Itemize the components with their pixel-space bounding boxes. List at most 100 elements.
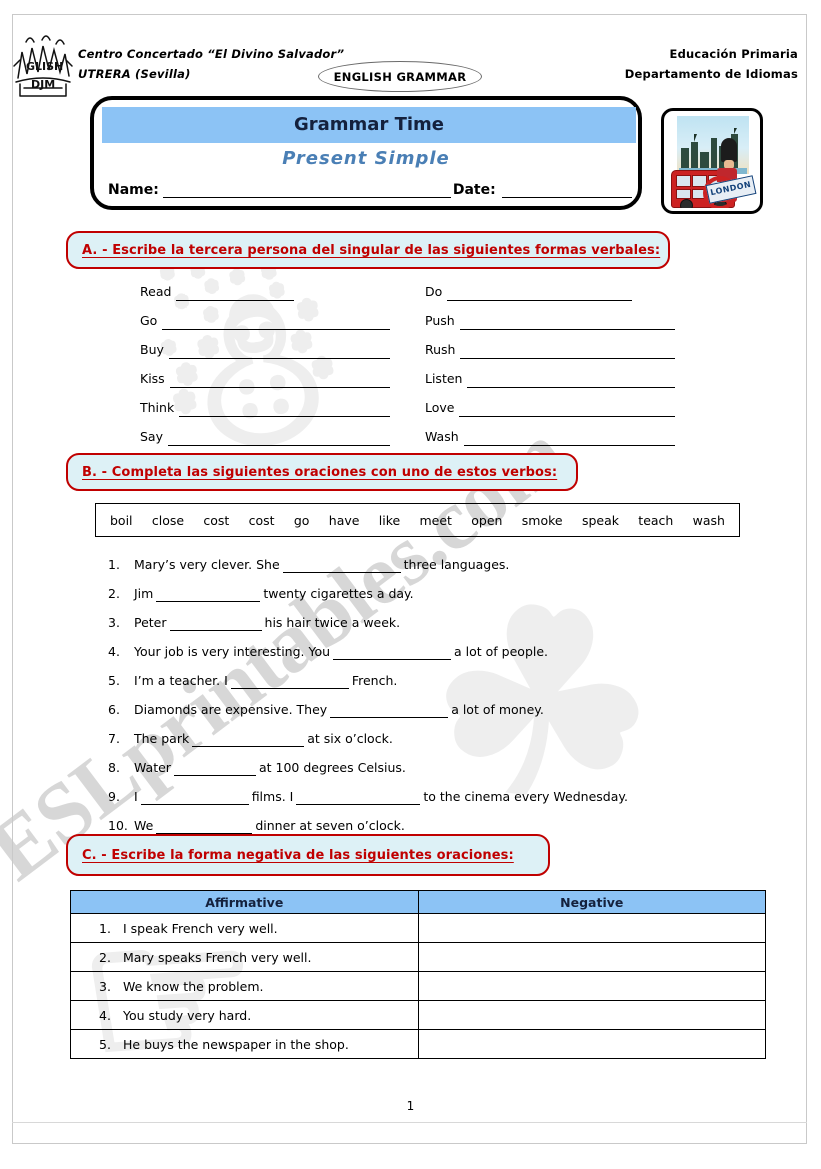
date-input[interactable] (501, 183, 632, 198)
verb-column-left: Read Go Buy Kiss Think Say (140, 272, 390, 446)
sentence-number: 8. (108, 760, 120, 775)
table-header-row: Affirmative Negative (70, 890, 767, 914)
table-row: 2. Mary speaks French very well. (70, 942, 767, 972)
word-bank-item: have (328, 512, 360, 528)
sentence-number: 3. (108, 615, 120, 630)
verb-label: Kiss (140, 371, 165, 386)
verb-row: Buy (140, 330, 390, 359)
word-bank-item: speak (581, 512, 619, 528)
verb-row: Read (140, 272, 390, 301)
svg-text:GLISH: GLISH (26, 60, 63, 73)
verb-answer-blank[interactable] (463, 432, 675, 446)
london-picture-inner: LONDON (669, 116, 757, 208)
sentence-text: his hair twice a week. (264, 615, 401, 630)
sentence-number: 2. (108, 586, 120, 601)
negative-answer-cell[interactable] (417, 1029, 767, 1059)
verb-answer-blank[interactable] (168, 432, 390, 446)
verb-answer-blank[interactable] (459, 316, 675, 330)
row-number: 5. (99, 1036, 111, 1052)
verb-answer-blank[interactable] (447, 287, 633, 301)
verb-label: Listen (425, 371, 463, 386)
verb-label: Wash (425, 429, 459, 444)
verb-answer-blank[interactable] (460, 345, 675, 359)
verb-answer-blank[interactable] (176, 287, 295, 301)
sentence-answer-blank[interactable] (156, 820, 253, 834)
negative-answer-cell[interactable] (417, 971, 767, 1001)
word-bank-item: meet (419, 512, 452, 528)
verb-column-right: Do Push Rush Listen Love Wash (425, 272, 675, 446)
verb-label: Think (140, 400, 175, 415)
verb-row: Push (425, 301, 675, 330)
sentence-text: I (134, 789, 138, 804)
sentence-number: 1. (108, 557, 120, 572)
sentence-number: 6. (108, 702, 120, 717)
negative-answer-cell[interactable] (417, 1000, 767, 1030)
sentence-text: dinner at seven o’clock. (255, 818, 405, 833)
sentence-text: French. (351, 673, 398, 688)
verb-answer-blank[interactable] (179, 403, 390, 417)
sentence-text: Water (134, 760, 171, 775)
sentence-row: 4. Your job is very interesting. You a lot… (108, 631, 788, 660)
sentence-text: twenty cigarettes a day. (263, 586, 414, 601)
affirmative-sentence: He buys the newspaper in the shop. (123, 1036, 349, 1052)
sentence-text: I’m a teacher. I (134, 673, 228, 688)
word-bank-item: go (293, 512, 310, 528)
sentence-text: We (134, 818, 154, 833)
table-row: 3. We know the problem. (70, 971, 767, 1001)
sentence-answer-blank[interactable] (296, 791, 421, 805)
verb-label: Go (140, 313, 158, 328)
sentence-number: 10. (108, 818, 128, 833)
sentence-row: 5. I’m a teacher. I French. (108, 660, 788, 689)
guard-busby-icon (721, 138, 737, 162)
verb-answer-blank[interactable] (467, 374, 675, 388)
subject-badge: ENGLISH GRAMMAR (318, 61, 482, 92)
education-level: Educación Primaria (669, 47, 798, 61)
verb-answer-blank[interactable] (169, 374, 390, 388)
sentence-text: Mary’s very clever. She (134, 557, 280, 572)
sentence-number: 4. (108, 644, 120, 659)
verb-row: Think (140, 388, 390, 417)
sentence-answer-blank[interactable] (173, 762, 256, 776)
table-row: 4. You study very hard. (70, 1000, 767, 1030)
sentence-text: to the cinema every Wednesday. (423, 789, 628, 804)
verb-answer-blank[interactable] (162, 316, 390, 330)
column-header-affirmative: Affirmative (70, 890, 419, 914)
sentence-answer-blank[interactable] (230, 675, 349, 689)
verb-row: Love (425, 388, 675, 417)
sentence-answer-blank[interactable] (140, 791, 249, 805)
negative-answer-cell[interactable] (417, 913, 767, 943)
word-bank-item: like (378, 512, 401, 528)
verb-row: Go (140, 301, 390, 330)
sentence-text: Jim (134, 586, 154, 601)
exercise-a-verb-lists: Read Go Buy Kiss Think Say Do Push Rush Listen Lo… (140, 272, 740, 446)
sentence-answer-blank[interactable] (330, 704, 449, 718)
exercise-c-instruction-text: C. - Escribe la forma negativa de las si… (82, 847, 514, 863)
sentence-text: Diamonds are expensive. They (134, 702, 328, 717)
sentence-row: 8. Water at 100 degrees Celsius. (108, 747, 788, 776)
negative-answer-cell[interactable] (417, 942, 767, 972)
sentence-text: The park (134, 731, 190, 746)
sentence-row: 7. The park at six o’clock. (108, 718, 788, 747)
verb-row: Do (425, 272, 675, 301)
sentence-answer-blank[interactable] (282, 559, 401, 573)
affirmative-cell: 4. You study very hard. (70, 1000, 419, 1030)
verb-answer-blank[interactable] (459, 403, 675, 417)
exercise-b-instruction: B. - Completa las siguientes oraciones c… (66, 453, 578, 491)
affirmative-sentence: I speak French very well. (123, 920, 278, 936)
verb-label: Love (425, 400, 455, 415)
row-number: 4. (99, 1007, 111, 1023)
sentence-row: 3. Peter his hair twice a week. (108, 602, 788, 631)
sentence-number: 7. (108, 731, 120, 746)
verb-answer-blank[interactable] (168, 345, 390, 359)
exercise-a-instruction-text: A. - Escribe la tercera persona del sing… (82, 242, 661, 258)
name-date-row: Name: Date: (108, 172, 632, 198)
sentence-answer-blank[interactable] (333, 646, 452, 660)
exercise-c-instruction: C. - Escribe la forma negativa de las si… (66, 834, 550, 876)
sentence-row: 1. Mary’s very clever. She three languages… (108, 544, 788, 573)
exercise-a-instruction: A. - Escribe la tercera persona del sing… (66, 231, 670, 269)
name-input[interactable] (162, 183, 451, 198)
sentence-answer-blank[interactable] (156, 588, 261, 602)
sentence-row: 10. We dinner at seven o’clock. (108, 805, 788, 834)
sentence-answer-blank[interactable] (192, 733, 305, 747)
sentence-answer-blank[interactable] (169, 617, 262, 631)
